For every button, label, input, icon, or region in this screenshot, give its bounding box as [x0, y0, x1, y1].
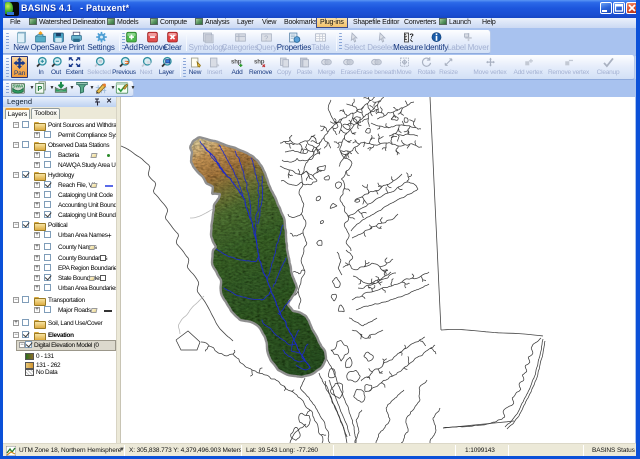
- svg-text:?: ?: [409, 32, 414, 41]
- svg-text:?: ?: [264, 33, 268, 42]
- svg-text:P: P: [37, 84, 42, 93]
